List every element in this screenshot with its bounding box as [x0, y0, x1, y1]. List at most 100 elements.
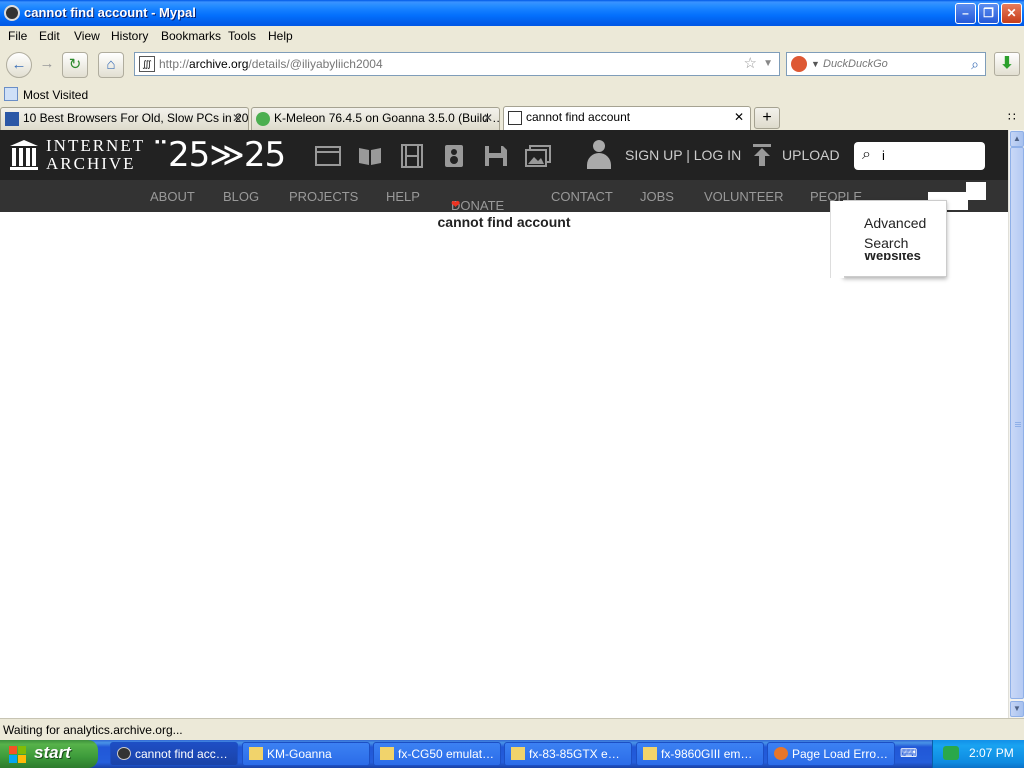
tab-strip: 10 Best Browsers For Old, Slow PCs in 20… [0, 106, 1024, 130]
user-avatar-icon[interactable] [586, 140, 612, 170]
system-tray: 2:07 PM [932, 740, 1024, 768]
signup-login-link[interactable]: SIGN UP | LOG IN [625, 147, 741, 163]
nav-volunteer[interactable]: VOLUNTEER [704, 189, 783, 204]
window-title: cannot find account - Mypal [24, 5, 196, 20]
close-tab-icon[interactable]: ✕ [232, 108, 242, 129]
url-dropdown-icon[interactable]: ▼ [763, 53, 773, 75]
search-options-dropdown: Advanced Search Websites [830, 200, 947, 278]
mypal-app-icon[interactable] [4, 5, 20, 21]
menu-file[interactable]: File [8, 29, 27, 43]
heart-icon: ❤ [451, 199, 461, 211]
menu-help[interactable]: Help [268, 29, 293, 43]
archive-search-value[interactable]: i [882, 148, 885, 163]
close-tab-icon[interactable]: ✕ [734, 107, 744, 128]
software-icon[interactable] [483, 144, 509, 168]
nav-contact[interactable]: CONTACT [551, 189, 613, 204]
texts-icon[interactable] [357, 144, 383, 168]
audio-icon[interactable] [441, 144, 467, 168]
taskbar-item-km-goanna[interactable]: KM-Goanna [242, 742, 370, 766]
status-text: Waiting for analytics.archive.org... [3, 723, 183, 737]
archive-logo-text[interactable]: INTERNET ARCHIVE [46, 137, 145, 173]
reload-button[interactable]: ↻ [62, 52, 88, 78]
start-button[interactable]: start [0, 740, 98, 768]
upload-link[interactable]: UPLOAD [782, 147, 840, 163]
network-icon[interactable] [943, 746, 959, 760]
forward-button[interactable]: → [34, 52, 60, 78]
taskbar-item-fx-83[interactable]: fx-83-85GTX e… [504, 742, 632, 766]
folder-icon [643, 747, 657, 760]
archive-icon [508, 111, 522, 125]
tab-best-browsers[interactable]: 10 Best Browsers For Old, Slow PCs in 20… [0, 107, 249, 130]
chameleon-icon [256, 112, 270, 126]
folder-icon [249, 747, 263, 760]
home-button[interactable]: ⌂ [98, 52, 124, 78]
keyboard-icon[interactable]: ⌨ [900, 746, 920, 762]
vertical-scrollbar[interactable]: ▲ ▼ [1008, 130, 1024, 718]
page-content: INTERNET ARCHIVE ¨25≫25 SIGN UP | LOG IN [0, 130, 1008, 718]
clock[interactable]: 2:07 PM [969, 746, 1014, 760]
web-icon[interactable] [315, 144, 341, 168]
windows-flag-icon [9, 746, 26, 763]
browser-icon [774, 747, 788, 760]
maximize-button[interactable]: ❐ [978, 3, 999, 24]
menu-bar: File Edit View History Bookmarks Tools H… [0, 26, 1024, 46]
search-icon[interactable]: ⌕ [862, 146, 871, 164]
tab-cannot-find-account[interactable]: cannot find account ✕ [503, 106, 751, 130]
url-bar[interactable]: ∭ http://archive.org/details/@iliyabylii… [134, 52, 780, 76]
scroll-up-icon[interactable]: ▲ [1010, 131, 1024, 147]
bookmarks-toolbar: Most Visited [0, 84, 1024, 106]
search-icon[interactable]: ⌕ [971, 53, 979, 75]
menu-bookmarks[interactable]: Bookmarks [161, 29, 221, 43]
taskbar-item-fx-9860[interactable]: fx-9860GIII em… [636, 742, 764, 766]
window-titlebar[interactable]: cannot find account - Mypal – ❐ ✕ [0, 0, 1024, 26]
back-button[interactable]: ← [6, 52, 32, 78]
most-visited-icon[interactable] [4, 87, 18, 101]
search-engine-dropdown-icon[interactable]: ▼ [811, 53, 820, 75]
video-icon[interactable] [399, 144, 425, 168]
duckduckgo-icon[interactable] [791, 56, 807, 72]
folder-icon [511, 747, 525, 760]
windows-taskbar: start cannot find acc… KM-Goanna fx-CG50… [0, 740, 1024, 768]
menu-view[interactable]: View [74, 29, 100, 43]
search-dropdown-pointer [966, 182, 986, 200]
search-bar[interactable]: ▼ DuckDuckGo ⌕ [786, 52, 986, 76]
upload-icon[interactable] [752, 144, 772, 166]
bookmark-most-visited[interactable]: Most Visited [23, 88, 88, 102]
menu-tools[interactable]: Tools [228, 29, 256, 43]
download-button[interactable]: ⬇ [994, 52, 1020, 76]
taskbar-item-mypal[interactable]: cannot find acc… [110, 742, 238, 766]
archive-logo-icon[interactable] [10, 140, 38, 170]
nav-help[interactable]: HELP [386, 189, 420, 204]
menu-edit[interactable]: Edit [39, 29, 60, 43]
close-button[interactable]: ✕ [1001, 3, 1022, 24]
search-placeholder[interactable]: DuckDuckGo [823, 53, 888, 75]
menu-history[interactable]: History [111, 29, 148, 43]
archive-search-input[interactable]: ⌕ i [854, 142, 985, 170]
new-tab-button[interactable]: + [754, 107, 780, 129]
anniversary-logo[interactable]: ¨25≫25 [152, 136, 286, 174]
nav-blog[interactable]: BLOG [223, 189, 259, 204]
nav-projects[interactable]: PROJECTS [289, 189, 358, 204]
close-tab-icon[interactable]: ✕ [483, 108, 493, 129]
minimize-button[interactable]: – [955, 3, 976, 24]
list-all-tabs-icon[interactable]: ∷ [1008, 110, 1016, 124]
scroll-thumb[interactable] [1010, 147, 1024, 699]
url-text[interactable]: http://archive.org/details/@iliyabyliich… [159, 53, 383, 75]
tv-icon [5, 112, 19, 126]
bookmark-star-icon[interactable]: ☆ [744, 53, 757, 75]
dropdown-shadow-panel [830, 201, 844, 278]
nav-jobs[interactable]: JOBS [640, 189, 674, 204]
archive-top-bar: INTERNET ARCHIVE ¨25≫25 SIGN UP | LOG IN [0, 130, 1008, 180]
tab-label: 10 Best Browsers For Old, Slow PCs in 20… [23, 111, 249, 125]
websites-option-partial[interactable]: Websites [864, 253, 926, 261]
taskbar-item-page-load-error[interactable]: Page Load Erro… [767, 742, 895, 766]
taskbar-item-fx-cg50[interactable]: fx-CG50 emulat… [373, 742, 501, 766]
tab-k-meleon[interactable]: K-Meleon 76.4.5 on Goanna 3.5.0 (Build …… [251, 107, 500, 130]
status-bar: Waiting for analytics.archive.org... [0, 718, 1024, 740]
scroll-down-icon[interactable]: ▼ [1010, 701, 1024, 717]
nav-about[interactable]: ABOUT [150, 189, 195, 204]
images-icon[interactable] [525, 144, 551, 168]
tab-label: cannot find account [526, 110, 631, 124]
folder-icon [380, 747, 394, 760]
search-dropdown-tab [946, 192, 968, 210]
